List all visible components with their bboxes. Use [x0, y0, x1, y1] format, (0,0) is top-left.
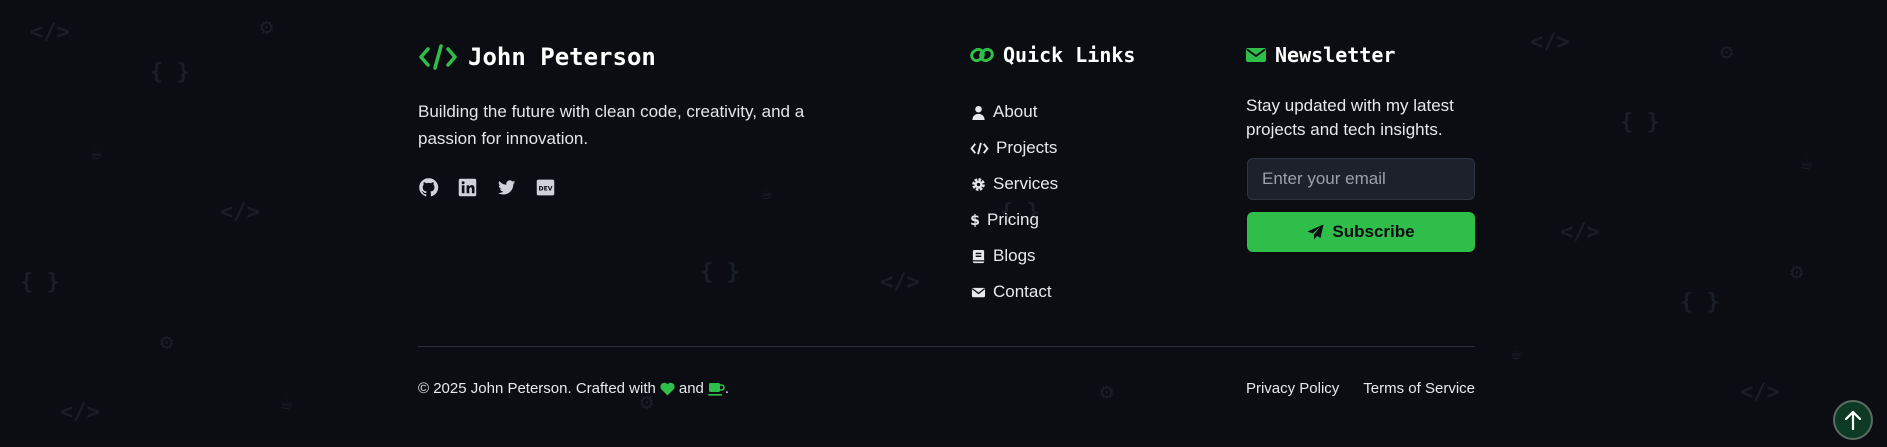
svg-text:DEV: DEV	[539, 186, 553, 193]
envelope-icon	[1246, 48, 1266, 62]
quick-links-title: Quick Links	[970, 43, 1135, 67]
copyright: © 2025 John Peterson. Crafted with and .	[418, 380, 729, 397]
quick-links-list: About Projects Services $ Pricing Blogs …	[970, 94, 1058, 310]
dollar-icon: $	[970, 212, 980, 228]
link-label: Services	[993, 174, 1059, 193]
newsletter-heading: Newsletter	[1275, 43, 1396, 67]
quick-links-heading: Quick Links	[1003, 43, 1136, 67]
newsletter-title: Newsletter	[1246, 43, 1395, 67]
scroll-to-top-button[interactable]	[1833, 400, 1873, 440]
email-field[interactable]	[1247, 158, 1475, 200]
subscribe-label: Subscribe	[1332, 222, 1415, 241]
twitter-icon[interactable]	[496, 177, 517, 198]
newsletter-description: Stay updated with my latest projects and…	[1246, 96, 1454, 139]
svg-text:$: $	[970, 213, 980, 228]
code-icon	[970, 140, 989, 156]
link-label: Projects	[996, 138, 1058, 157]
coffee-icon	[707, 382, 725, 396]
link-blogs[interactable]: Blogs	[970, 238, 1058, 274]
privacy-policy-link[interactable]: Privacy Policy	[1246, 380, 1339, 397]
dev-icon[interactable]: DEV	[535, 177, 556, 198]
linkedin-icon[interactable]	[457, 177, 478, 198]
copyright-and: and	[678, 380, 704, 397]
link-contact[interactable]: Contact	[970, 274, 1058, 310]
brand[interactable]: John Peterson	[418, 42, 656, 72]
link-services[interactable]: Services	[970, 166, 1058, 202]
book-icon	[970, 248, 986, 264]
legal-links: Privacy Policy Terms of Service	[1246, 380, 1475, 397]
footer-divider	[418, 346, 1475, 347]
arrow-up-icon	[1844, 410, 1862, 430]
link-projects[interactable]: Projects	[970, 130, 1058, 166]
site-footer: John Peterson Building the future with c…	[418, 0, 1475, 447]
gear-icon	[970, 176, 986, 192]
copyright-text: © 2025 John Peterson. Crafted with	[418, 380, 656, 397]
link-label: Contact	[993, 282, 1052, 301]
envelope-icon	[970, 284, 986, 300]
user-icon	[970, 104, 986, 120]
link-pricing[interactable]: $ Pricing	[970, 202, 1058, 238]
github-icon[interactable]	[418, 177, 439, 198]
paper-plane-icon	[1307, 224, 1324, 240]
subscribe-button[interactable]: Subscribe	[1247, 212, 1475, 252]
link-label: Pricing	[987, 210, 1039, 229]
code-icon	[418, 42, 458, 72]
heart-icon	[660, 382, 675, 396]
social-links: DEV	[418, 177, 556, 198]
link-icon	[970, 47, 994, 63]
link-label: Blogs	[993, 246, 1036, 265]
copyright-period: .	[724, 380, 730, 397]
link-about[interactable]: About	[970, 94, 1058, 130]
brand-name: John Peterson	[468, 43, 656, 71]
terms-of-service-link[interactable]: Terms of Service	[1363, 380, 1475, 397]
tagline: Building the future with clean code, cre…	[418, 102, 805, 148]
link-label: About	[993, 102, 1038, 121]
